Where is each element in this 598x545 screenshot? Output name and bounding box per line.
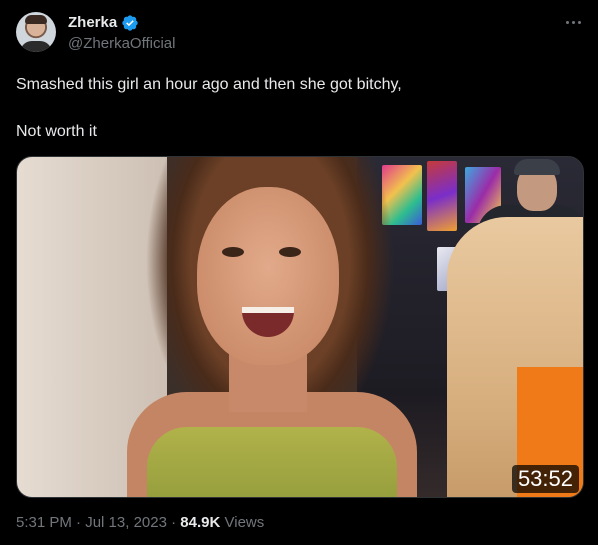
tweet-time[interactable]: 5:31 PM <box>16 514 72 531</box>
author-display-name[interactable]: Zherka <box>68 14 117 32</box>
video-player[interactable]: 53:52 <box>16 156 584 498</box>
tweet-text-line-2: Not worth it <box>16 123 97 140</box>
views-count[interactable]: 84.9K <box>180 514 220 531</box>
video-duration-badge: 53:52 <box>511 465 579 493</box>
tweet-date[interactable]: Jul 13, 2023 <box>85 514 167 531</box>
video-thumbnail <box>17 157 583 497</box>
tweet-text-line-1: Smashed this girl an hour ago and then s… <box>16 76 402 93</box>
views-label: Views <box>224 514 265 531</box>
meta-separator: · <box>171 514 177 531</box>
tweet-card: Zherka @ZherkaOfficial Smashed this girl… <box>0 0 598 545</box>
tweet-meta: 5:31 PM · Jul 13, 2023 · 84.9K Views <box>16 514 264 532</box>
more-options-icon[interactable] <box>562 14 584 30</box>
avatar[interactable] <box>16 12 56 52</box>
author-handle[interactable]: @ZherkaOfficial <box>68 35 175 53</box>
verified-badge-icon[interactable] <box>121 14 139 32</box>
meta-separator: · <box>76 514 82 531</box>
